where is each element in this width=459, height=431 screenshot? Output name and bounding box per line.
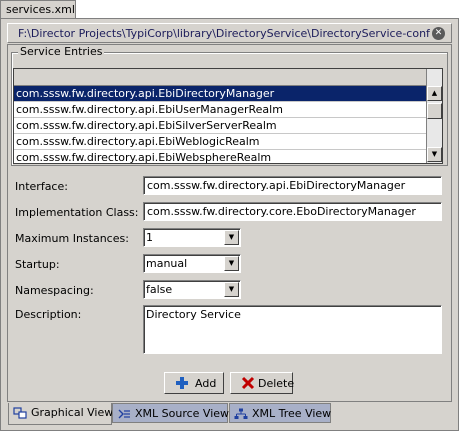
chevron-down-icon[interactable]: ▼ — [224, 282, 239, 297]
maximum-instances-select[interactable]: 1 ▼ — [143, 228, 241, 247]
namespacing-select[interactable]: false ▼ — [143, 280, 241, 299]
delete-x-icon — [241, 376, 255, 390]
delete-button-label: Delete — [258, 377, 295, 390]
service-entries-legend: Service Entries — [18, 45, 105, 58]
interface-field[interactable]: com.sssw.fw.directory.api.EbiDirectoryMa… — [143, 176, 442, 195]
tab-xml-source-view-label: XML Source View — [135, 407, 230, 420]
list-item[interactable]: com.sssw.fw.directory.api.EbiUserManager… — [14, 102, 426, 118]
namespacing-value: false — [146, 283, 173, 296]
implementation-class-label: Implementation Class: — [15, 206, 139, 219]
xml-tree-icon — [234, 408, 248, 419]
description-textarea[interactable]: Directory Service — [143, 305, 442, 354]
chevron-down-icon[interactable]: ▼ — [224, 230, 239, 245]
scroll-thumb[interactable] — [427, 103, 442, 119]
list-scrollbar[interactable]: ▲ ▼ — [426, 69, 442, 163]
maximum-instances-value: 1 — [146, 231, 153, 244]
tab-xml-tree-view-label: XML Tree View — [252, 407, 332, 420]
graphical-view-icon — [13, 407, 27, 419]
implementation-class-field[interactable]: com.sssw.fw.directory.core.EboDirectoryM… — [143, 202, 442, 221]
plus-icon — [176, 377, 188, 389]
document-tab-services-xml[interactable]: services.xml — [0, 0, 76, 18]
tab-graphical-view-label: Graphical View — [31, 406, 114, 419]
close-icon[interactable]: ✕ — [432, 27, 445, 40]
startup-value: manual — [146, 257, 188, 270]
chevron-down-icon[interactable]: ▼ — [224, 256, 239, 271]
maximum-instances-label: Maximum Instances: — [15, 232, 129, 245]
scroll-down-icon[interactable]: ▼ — [427, 147, 442, 162]
add-button-label: Add — [195, 377, 217, 390]
scroll-up-icon[interactable]: ▲ — [427, 86, 442, 101]
xml-source-icon — [118, 409, 130, 419]
startup-select[interactable]: manual ▼ — [143, 254, 241, 273]
file-path-text: F:\Director Projects\TypiCorp\library\Di… — [18, 27, 430, 40]
tab-xml-source-view[interactable]: XML Source View — [112, 403, 230, 423]
service-entries-list[interactable]: com.sssw.fw.directory.api.EbiDirectoryMa… — [13, 68, 443, 164]
file-path-bar: F:\Director Projects\TypiCorp\library\Di… — [7, 23, 452, 43]
interface-label: Interface: — [15, 180, 68, 193]
tab-graphical-view[interactable]: Graphical View — [8, 403, 114, 425]
list-item[interactable]: com.sssw.fw.directory.api.EbiWeblogicRea… — [14, 134, 426, 150]
list-item[interactable]: com.sssw.fw.directory.api.EbiWebsphereRe… — [14, 150, 426, 163]
delete-button[interactable]: Delete — [230, 372, 295, 394]
list-header — [14, 69, 426, 86]
add-button[interactable]: Add — [164, 372, 224, 394]
namespacing-label: Namespacing: — [15, 284, 94, 297]
tab-xml-tree-view[interactable]: XML Tree View — [229, 403, 331, 423]
description-label: Description: — [15, 308, 82, 321]
list-item[interactable]: com.sssw.fw.directory.api.EbiDirectoryMa… — [14, 86, 426, 102]
list-item[interactable]: com.sssw.fw.directory.api.EbiSilverServe… — [14, 118, 426, 134]
startup-label: Startup: — [15, 258, 60, 271]
document-tab-label: services.xml — [6, 3, 75, 16]
